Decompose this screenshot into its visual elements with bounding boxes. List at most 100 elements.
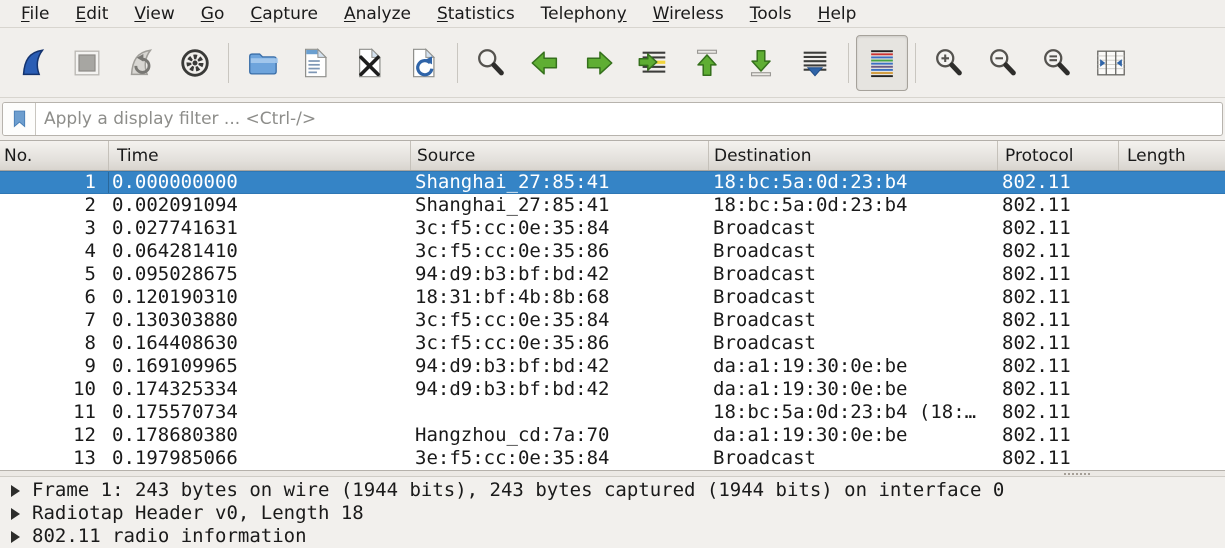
cell-destination: da:a1:19:30:0e:be: [709, 378, 998, 401]
cell-protocol: 802.11: [998, 332, 1119, 355]
save-file-button[interactable]: [290, 35, 342, 91]
menu-edit[interactable]: Edit: [62, 1, 121, 27]
packet-row-9[interactable]: 90.16910996594:d9:b3:bf:bd:42da:a1:19:30…: [0, 355, 1225, 378]
expand-triangle-icon[interactable]: [11, 531, 20, 543]
zoom-original-button[interactable]: [1031, 35, 1083, 91]
menu-tools[interactable]: Tools: [737, 1, 805, 27]
detail-line[interactable]: Radiotap Header v0, Length 18: [0, 502, 1225, 525]
cell-destination: Broadcast: [709, 263, 998, 286]
filter-bar: [0, 98, 1225, 140]
auto-scroll-button[interactable]: [789, 35, 841, 91]
cell-protocol: 802.11: [998, 240, 1119, 263]
menu-help[interactable]: Help: [805, 1, 870, 27]
menu-wireless[interactable]: Wireless: [640, 1, 737, 27]
filter-bookmark-button[interactable]: [3, 103, 36, 135]
packet-row-13[interactable]: 130.1979850663e:f5:cc:0e:35:84Broadcast8…: [0, 447, 1225, 470]
menu-telephony[interactable]: Telephony: [528, 1, 640, 27]
expand-triangle-icon[interactable]: [11, 485, 20, 497]
cell-protocol: 802.11: [998, 172, 1119, 193]
cell-time: 0.178680380: [109, 424, 411, 447]
column-header-length[interactable]: Length: [1119, 141, 1225, 170]
cell-length: [1119, 424, 1225, 447]
cell-protocol: 802.11: [998, 447, 1119, 470]
auto-scroll-icon: [798, 46, 832, 80]
stop-capture-button[interactable]: [61, 35, 113, 91]
menu-view[interactable]: View: [121, 1, 187, 27]
toolbar-separator: [848, 43, 849, 83]
menu-file[interactable]: File: [8, 1, 62, 27]
column-header-source[interactable]: Source: [411, 141, 709, 170]
zoom-in-button[interactable]: [923, 35, 975, 91]
cell-no: 13: [0, 447, 109, 470]
capture-options-button[interactable]: [169, 35, 221, 91]
toolbar-separator: [228, 43, 229, 83]
column-header-destination[interactable]: Destination: [709, 141, 998, 170]
column-header-no[interactable]: No.: [0, 141, 109, 170]
cell-length: [1119, 401, 1225, 424]
packet-row-1[interactable]: 10.000000000Shanghai_27:85:4118:bc:5a:0d…: [0, 171, 1225, 194]
column-header-protocol[interactable]: Protocol: [998, 141, 1119, 170]
next-packet-icon: [582, 46, 616, 80]
packet-list-pane: No.TimeSourceDestinationProtocolLength 1…: [0, 140, 1225, 470]
zoom-out-button[interactable]: [977, 35, 1029, 91]
cell-time: 0.197985066: [109, 447, 411, 470]
find-packet-button[interactable]: [465, 35, 517, 91]
save-file-icon: [299, 46, 333, 80]
packet-row-2[interactable]: 20.002091094Shanghai_27:85:4118:bc:5a:0d…: [0, 194, 1225, 217]
detail-line[interactable]: Frame 1: 243 bytes on wire (1944 bits), …: [0, 479, 1225, 502]
menu-go[interactable]: Go: [188, 1, 238, 27]
menu-capture[interactable]: Capture: [237, 1, 331, 27]
open-file-button[interactable]: [236, 35, 288, 91]
cell-protocol: 802.11: [998, 424, 1119, 447]
pane-splitter[interactable]: [0, 470, 1225, 477]
colorize-button[interactable]: [856, 35, 908, 91]
resize-columns-button[interactable]: [1085, 35, 1137, 91]
main-toolbar: [0, 28, 1225, 98]
packet-list-header: No.TimeSourceDestinationProtocolLength: [0, 140, 1225, 171]
cell-length: [1119, 217, 1225, 240]
packet-row-10[interactable]: 100.17432533494:d9:b3:bf:bd:42da:a1:19:3…: [0, 378, 1225, 401]
packet-row-6[interactable]: 60.12019031018:31:bf:4b:8b:68Broadcast80…: [0, 286, 1225, 309]
toolbar-separator: [915, 43, 916, 83]
cell-protocol: 802.11: [998, 194, 1119, 217]
packet-row-3[interactable]: 30.0277416313c:f5:cc:0e:35:84Broadcast80…: [0, 217, 1225, 240]
next-packet-button[interactable]: [573, 35, 625, 91]
cell-no: 8: [0, 332, 109, 355]
packet-row-8[interactable]: 80.1644086303c:f5:cc:0e:35:86Broadcast80…: [0, 332, 1225, 355]
packet-row-7[interactable]: 70.1303038803c:f5:cc:0e:35:84Broadcast80…: [0, 309, 1225, 332]
reload-file-button[interactable]: [398, 35, 450, 91]
restart-capture-button[interactable]: [115, 35, 167, 91]
bookmark-icon: [12, 109, 27, 129]
cell-time: 0.164408630: [109, 332, 411, 355]
detail-line[interactable]: 802.11 radio information: [0, 525, 1225, 548]
packet-row-4[interactable]: 40.0642814103c:f5:cc:0e:35:86Broadcast80…: [0, 240, 1225, 263]
packet-row-11[interactable]: 110.17557073418:bc:5a:0d:23:b4 (18:…802.…: [0, 401, 1225, 424]
cell-destination: 18:bc:5a:0d:23:b4: [709, 172, 998, 193]
detail-line-text: Radiotap Header v0, Length 18: [32, 502, 364, 525]
packet-row-5[interactable]: 50.09502867594:d9:b3:bf:bd:42Broadcast80…: [0, 263, 1225, 286]
last-packet-button[interactable]: [735, 35, 787, 91]
detail-line-text: 802.11 radio information: [32, 525, 307, 548]
cell-length: [1119, 194, 1225, 217]
cell-no: 1: [0, 172, 109, 193]
expand-triangle-icon[interactable]: [11, 508, 20, 520]
cell-destination: Broadcast: [709, 332, 998, 355]
cell-protocol: 802.11: [998, 378, 1119, 401]
close-file-icon: [353, 46, 387, 80]
cell-destination: Broadcast: [709, 217, 998, 240]
start-capture-button[interactable]: [7, 35, 59, 91]
cell-source: 3c:f5:cc:0e:35:86: [411, 332, 709, 355]
cell-time: 0.000000000: [109, 172, 411, 193]
cell-destination: 18:bc:5a:0d:23:b4: [709, 194, 998, 217]
first-packet-button[interactable]: [681, 35, 733, 91]
cell-time: 0.027741631: [109, 217, 411, 240]
cell-length: [1119, 447, 1225, 470]
close-file-button[interactable]: [344, 35, 396, 91]
column-header-time[interactable]: Time: [109, 141, 411, 170]
packet-row-12[interactable]: 120.178680380Hangzhou_cd:7a:70da:a1:19:3…: [0, 424, 1225, 447]
display-filter-input[interactable]: [36, 103, 1222, 135]
previous-packet-button[interactable]: [519, 35, 571, 91]
menu-analyze[interactable]: Analyze: [331, 1, 424, 27]
menu-statistics[interactable]: Statistics: [424, 1, 528, 27]
goto-packet-button[interactable]: [627, 35, 679, 91]
